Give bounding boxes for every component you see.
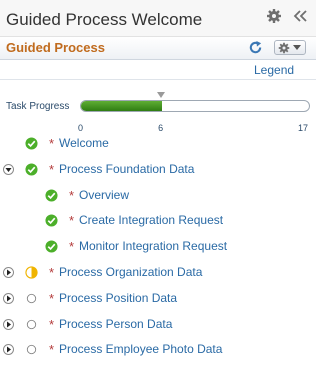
in-progress-icon (25, 266, 38, 279)
gear-icon (278, 42, 290, 54)
double-chevron-left-icon[interactable] (292, 8, 308, 24)
required-marker: * (49, 136, 55, 151)
progress-marker-icon (157, 92, 166, 98)
refresh-icon[interactable] (248, 40, 263, 55)
step-row: * Process Foundation Data (0, 160, 316, 182)
progress-min-label: 0 (78, 123, 84, 133)
expand-toggle-icon[interactable] (3, 344, 14, 356)
step-row: * Process Position Data (0, 289, 316, 311)
step-link[interactable]: Process Employee Photo Data (59, 342, 222, 356)
complete-check-icon (45, 189, 58, 202)
not-started-icon (26, 345, 37, 355)
not-started-icon (26, 293, 37, 303)
step-link[interactable]: Process Position Data (59, 291, 177, 305)
progress-current-label: 6 (158, 123, 164, 133)
actions-menu-button[interactable] (274, 40, 306, 55)
not-started-icon (26, 319, 37, 329)
step-row: * Overview (0, 186, 316, 208)
required-marker: * (49, 342, 55, 358)
legend-link[interactable]: Legend (254, 63, 294, 77)
required-marker: * (49, 316, 55, 332)
step-link[interactable]: Process Person Data (59, 317, 172, 331)
step-row: * Welcome (0, 134, 316, 156)
step-link[interactable]: Process Organization Data (59, 265, 202, 279)
section-title: Guided Process (6, 40, 105, 55)
required-marker: * (69, 239, 75, 255)
required-marker: * (49, 161, 55, 177)
task-progress-label: Task Progress (6, 101, 70, 112)
complete-check-icon (45, 214, 58, 227)
divider (0, 79, 316, 80)
chevron-down-icon (293, 45, 301, 50)
expand-toggle-icon[interactable] (3, 267, 14, 278)
step-link[interactable]: Welcome (59, 136, 109, 150)
guided-process-bar: Guided Process (0, 37, 316, 60)
step-link[interactable]: Overview (79, 188, 129, 202)
step-row: * Process Person Data (0, 315, 316, 337)
step-link[interactable]: Create Integration Request (79, 213, 223, 227)
step-row: * Process Organization Data (0, 263, 316, 285)
complete-check-icon (25, 137, 38, 150)
step-row: * Monitor Integration Request (0, 237, 316, 259)
required-marker: * (69, 187, 75, 203)
step-row: * Process Employee Photo Data (0, 340, 316, 362)
step-row: * Create Integration Request (0, 211, 316, 233)
progress-max-label: 17 (298, 123, 309, 133)
expand-toggle-icon[interactable] (3, 318, 14, 330)
expand-toggle-icon[interactable] (3, 292, 14, 304)
complete-check-icon (45, 240, 58, 253)
step-link[interactable]: Monitor Integration Request (79, 239, 227, 253)
page-header: Guided Process Welcome (0, 0, 316, 37)
task-progress-fill (81, 101, 163, 111)
required-marker: * (49, 290, 55, 306)
page-title: Guided Process Welcome (6, 10, 203, 29)
required-marker: * (49, 265, 55, 280)
complete-check-icon (25, 163, 38, 176)
gear-icon[interactable] (266, 8, 282, 24)
collapse-toggle-icon[interactable] (3, 163, 14, 175)
required-marker: * (69, 213, 75, 229)
task-progress-bar (80, 100, 310, 112)
step-link[interactable]: Process Foundation Data (59, 162, 194, 176)
